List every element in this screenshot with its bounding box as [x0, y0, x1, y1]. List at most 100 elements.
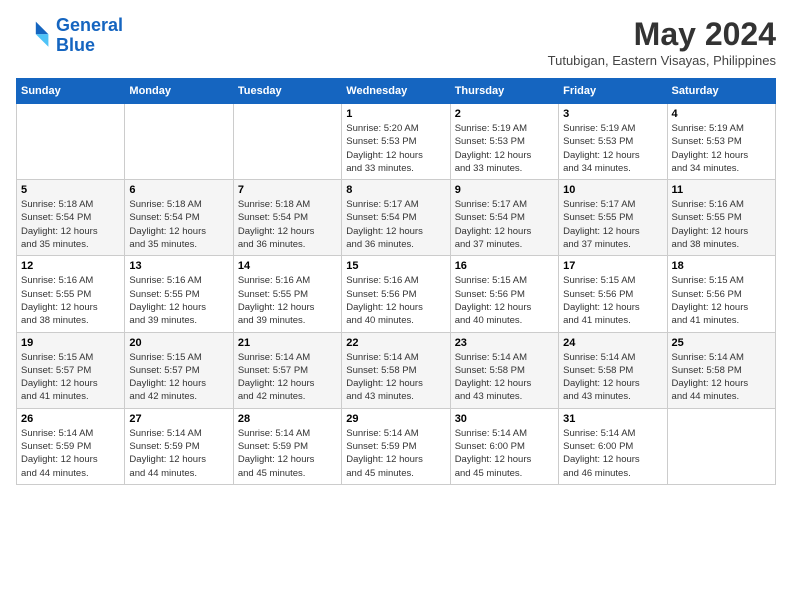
column-header-thursday: Thursday [450, 79, 558, 104]
day-number: 14 [238, 260, 337, 272]
day-info: Sunrise: 5:15 AM Sunset: 5:56 PM Dayligh… [455, 274, 554, 327]
logo: General Blue [16, 16, 123, 56]
day-number: 5 [21, 184, 120, 196]
day-info: Sunrise: 5:14 AM Sunset: 5:58 PM Dayligh… [563, 351, 662, 404]
calendar-cell: 13Sunrise: 5:16 AM Sunset: 5:55 PM Dayli… [125, 256, 233, 332]
location: Tutubigan, Eastern Visayas, Philippines [548, 53, 776, 68]
day-info: Sunrise: 5:16 AM Sunset: 5:55 PM Dayligh… [238, 274, 337, 327]
day-info: Sunrise: 5:17 AM Sunset: 5:54 PM Dayligh… [455, 198, 554, 251]
day-info: Sunrise: 5:14 AM Sunset: 5:59 PM Dayligh… [129, 427, 228, 480]
day-info: Sunrise: 5:16 AM Sunset: 5:55 PM Dayligh… [672, 198, 771, 251]
day-info: Sunrise: 5:14 AM Sunset: 5:59 PM Dayligh… [21, 427, 120, 480]
day-info: Sunrise: 5:18 AM Sunset: 5:54 PM Dayligh… [238, 198, 337, 251]
calendar-cell: 27Sunrise: 5:14 AM Sunset: 5:59 PM Dayli… [125, 408, 233, 484]
day-info: Sunrise: 5:17 AM Sunset: 5:55 PM Dayligh… [563, 198, 662, 251]
day-number: 16 [455, 260, 554, 272]
calendar-cell [667, 408, 775, 484]
calendar-cell: 7 Sunrise: 5:18 AM Sunset: 5:54 PM Daylig… [233, 180, 341, 256]
calendar-cell: 23 Sunrise: 5:14 AM Sunset: 5:58 PM Dayli… [450, 332, 558, 408]
calendar-cell: 2 Sunrise: 5:19 AM Sunset: 5:53 PM Daylig… [450, 104, 558, 180]
day-number: 26 [21, 413, 120, 425]
calendar-cell: 16 Sunrise: 5:15 AM Sunset: 5:56 PM Dayli… [450, 256, 558, 332]
calendar-cell: 30Sunrise: 5:14 AM Sunset: 6:00 PM Dayli… [450, 408, 558, 484]
calendar-cell: 26 Sunrise: 5:14 AM Sunset: 5:59 PM Dayli… [17, 408, 125, 484]
day-number: 22 [346, 337, 445, 349]
calendar-cell: 1 Sunrise: 5:20 AM Sunset: 5:53 PM Daylig… [342, 104, 450, 180]
calendar-cell: 28 Sunrise: 5:14 AM Sunset: 5:59 PM Dayli… [233, 408, 341, 484]
calendar-cell: 20 Sunrise: 5:15 AM Sunset: 5:57 PM Dayli… [125, 332, 233, 408]
calendar-week-3: 12 Sunrise: 5:16 AM Sunset: 5:55 PM Dayli… [17, 256, 776, 332]
day-number: 15 [346, 260, 445, 272]
calendar-cell: 21Sunrise: 5:14 AM Sunset: 5:57 PM Dayli… [233, 332, 341, 408]
day-number: 13 [129, 260, 228, 272]
calendar-cell [17, 104, 125, 180]
calendar-cell: 3 Sunrise: 5:19 AM Sunset: 5:53 PM Daylig… [559, 104, 667, 180]
calendar-cell: 8 Sunrise: 5:17 AM Sunset: 5:54 PM Daylig… [342, 180, 450, 256]
day-number: 3 [563, 108, 662, 120]
day-info: Sunrise: 5:19 AM Sunset: 5:53 PM Dayligh… [563, 122, 662, 175]
calendar-cell: 25Sunrise: 5:14 AM Sunset: 5:58 PM Dayli… [667, 332, 775, 408]
calendar-cell: 22 Sunrise: 5:14 AM Sunset: 5:58 PM Dayli… [342, 332, 450, 408]
day-number: 9 [455, 184, 554, 196]
column-header-saturday: Saturday [667, 79, 775, 104]
calendar-week-2: 5 Sunrise: 5:18 AM Sunset: 5:54 PM Daylig… [17, 180, 776, 256]
day-number: 31 [563, 413, 662, 425]
calendar-cell: 19Sunrise: 5:15 AM Sunset: 5:57 PM Dayli… [17, 332, 125, 408]
day-info: Sunrise: 5:16 AM Sunset: 5:55 PM Dayligh… [21, 274, 120, 327]
day-info: Sunrise: 5:14 AM Sunset: 5:59 PM Dayligh… [238, 427, 337, 480]
calendar-cell: 5 Sunrise: 5:18 AM Sunset: 5:54 PM Daylig… [17, 180, 125, 256]
day-info: Sunrise: 5:14 AM Sunset: 5:57 PM Dayligh… [238, 351, 337, 404]
title-block: May 2024 Tutubigan, Eastern Visayas, Phi… [548, 16, 776, 68]
day-info: Sunrise: 5:14 AM Sunset: 5:58 PM Dayligh… [455, 351, 554, 404]
day-number: 6 [129, 184, 228, 196]
month-year: May 2024 [548, 16, 776, 53]
calendar-cell: 4Sunrise: 5:19 AM Sunset: 5:53 PM Daylig… [667, 104, 775, 180]
calendar-cell: 10 Sunrise: 5:17 AM Sunset: 5:55 PM Dayli… [559, 180, 667, 256]
day-info: Sunrise: 5:18 AM Sunset: 5:54 PM Dayligh… [21, 198, 120, 251]
logo-icon [16, 18, 52, 54]
calendar-cell: 18Sunrise: 5:15 AM Sunset: 5:56 PM Dayli… [667, 256, 775, 332]
calendar-cell: 9 Sunrise: 5:17 AM Sunset: 5:54 PM Daylig… [450, 180, 558, 256]
calendar-cell: 12 Sunrise: 5:16 AM Sunset: 5:55 PM Dayli… [17, 256, 125, 332]
day-info: Sunrise: 5:14 AM Sunset: 6:00 PM Dayligh… [563, 427, 662, 480]
column-header-tuesday: Tuesday [233, 79, 341, 104]
day-number: 8 [346, 184, 445, 196]
day-info: Sunrise: 5:14 AM Sunset: 5:58 PM Dayligh… [346, 351, 445, 404]
day-number: 19 [21, 337, 120, 349]
calendar-table: SundayMondayTuesdayWednesdayThursdayFrid… [16, 78, 776, 485]
day-info: Sunrise: 5:14 AM Sunset: 5:59 PM Dayligh… [346, 427, 445, 480]
calendar-week-5: 26 Sunrise: 5:14 AM Sunset: 5:59 PM Dayli… [17, 408, 776, 484]
day-number: 12 [21, 260, 120, 272]
day-number: 7 [238, 184, 337, 196]
day-info: Sunrise: 5:20 AM Sunset: 5:53 PM Dayligh… [346, 122, 445, 175]
column-header-friday: Friday [559, 79, 667, 104]
day-number: 23 [455, 337, 554, 349]
day-number: 20 [129, 337, 228, 349]
calendar-cell: 17 Sunrise: 5:15 AM Sunset: 5:56 PM Dayli… [559, 256, 667, 332]
header-row: SundayMondayTuesdayWednesdayThursdayFrid… [17, 79, 776, 104]
day-number: 10 [563, 184, 662, 196]
day-info: Sunrise: 5:15 AM Sunset: 5:57 PM Dayligh… [129, 351, 228, 404]
calendar-cell: 6Sunrise: 5:18 AM Sunset: 5:54 PM Daylig… [125, 180, 233, 256]
day-info: Sunrise: 5:19 AM Sunset: 5:53 PM Dayligh… [455, 122, 554, 175]
calendar-cell: 31 Sunrise: 5:14 AM Sunset: 6:00 PM Dayli… [559, 408, 667, 484]
day-number: 1 [346, 108, 445, 120]
day-number: 24 [563, 337, 662, 349]
calendar-cell [233, 104, 341, 180]
day-info: Sunrise: 5:15 AM Sunset: 5:56 PM Dayligh… [563, 274, 662, 327]
column-header-wednesday: Wednesday [342, 79, 450, 104]
day-info: Sunrise: 5:19 AM Sunset: 5:53 PM Dayligh… [672, 122, 771, 175]
logo-general: General [56, 15, 123, 35]
column-header-sunday: Sunday [17, 79, 125, 104]
day-number: 18 [672, 260, 771, 272]
day-info: Sunrise: 5:17 AM Sunset: 5:54 PM Dayligh… [346, 198, 445, 251]
logo-text: General Blue [56, 16, 123, 56]
calendar-cell: 11Sunrise: 5:16 AM Sunset: 5:55 PM Dayli… [667, 180, 775, 256]
day-info: Sunrise: 5:16 AM Sunset: 5:56 PM Dayligh… [346, 274, 445, 327]
calendar-week-4: 19 Sunrise: 5:15 AM Sunset: 5:57 PM Dayli… [17, 332, 776, 408]
day-number: 28 [238, 413, 337, 425]
day-number: 29 [346, 413, 445, 425]
day-number: 2 [455, 108, 554, 120]
calendar-cell [125, 104, 233, 180]
day-number: 17 [563, 260, 662, 272]
